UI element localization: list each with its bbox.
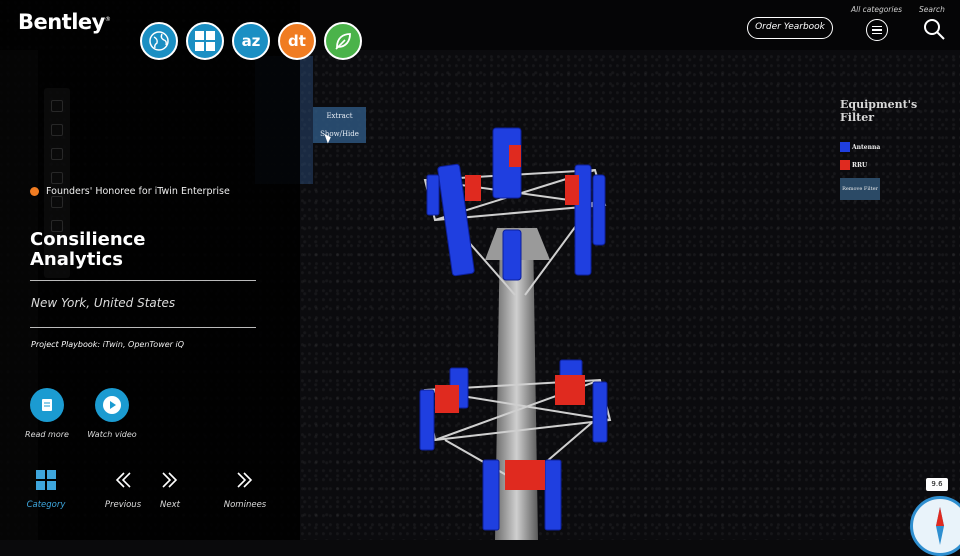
next-label: Next xyxy=(160,500,180,510)
legend-label: RRU xyxy=(852,161,868,169)
chevrons-right-icon xyxy=(162,472,178,488)
category-label: Category xyxy=(26,500,66,510)
next-button[interactable]: Next xyxy=(140,470,200,510)
bentley-logo[interactable]: Bentley® xyxy=(18,10,111,34)
category-icons: az dt xyxy=(140,22,362,60)
legend-swatch xyxy=(840,142,850,152)
nominees-button[interactable]: Nominees xyxy=(215,470,275,510)
award-label: Founders' Honoree for iTwin Enterprise xyxy=(30,186,230,197)
category-button[interactable]: Category xyxy=(16,470,76,510)
nominees-label: Nominees xyxy=(223,500,267,510)
chevrons-left-icon xyxy=(115,472,131,488)
legend-item-rru[interactable]: RRU xyxy=(840,156,950,174)
project-location: New York, United States xyxy=(31,296,176,310)
menu-item-showhide[interactable]: Show/Hide xyxy=(313,125,366,143)
book-icon xyxy=(30,388,64,422)
equipment-filter: Equipment's Filter Antenna RRU Remove Fi… xyxy=(840,98,950,200)
search-label[interactable]: Search xyxy=(919,5,945,14)
all-categories-label[interactable]: All categories xyxy=(851,5,902,14)
compass-icon[interactable] xyxy=(910,496,960,556)
company-line-1: Consilience xyxy=(30,229,146,250)
project-playbook: Project Playbook: iTwin, OpenTower iQ xyxy=(31,340,184,349)
playbook-value: iTwin, OpenTower iQ xyxy=(102,340,185,349)
az-icon-text: az xyxy=(241,32,261,50)
scale-readout: 9.6 xyxy=(926,478,948,491)
legend-item-antenna[interactable]: Antenna xyxy=(840,138,950,156)
brand-name: Bentley xyxy=(18,10,105,34)
az-icon[interactable]: az xyxy=(232,22,270,60)
registered-mark: ® xyxy=(104,16,111,23)
ghost-sidebar xyxy=(0,50,38,540)
cell-tower-model[interactable] xyxy=(405,120,635,540)
grid-icon[interactable] xyxy=(186,22,224,60)
divider xyxy=(30,280,256,281)
remove-filter-button[interactable]: Remove Filter xyxy=(840,178,880,200)
award-dot xyxy=(30,187,39,196)
order-yearbook-button[interactable]: Order Yearbook xyxy=(747,17,833,39)
playbook-label: Project Playbook: xyxy=(31,340,101,349)
leaf-icon[interactable] xyxy=(324,22,362,60)
viewer-context-menu[interactable]: Extract Show/Hide xyxy=(313,107,366,143)
grid-icon xyxy=(36,470,56,490)
legend-swatch xyxy=(840,160,850,170)
legend-label: Antenna xyxy=(852,143,881,151)
company-line-2: Analytics xyxy=(30,249,123,270)
read-more-button[interactable]: Read more xyxy=(17,388,77,439)
chevrons-right-icon xyxy=(237,472,253,488)
divider xyxy=(30,327,256,328)
search-icon[interactable] xyxy=(922,17,946,41)
menu-icon[interactable] xyxy=(866,19,888,41)
menu-item-extract[interactable]: Extract xyxy=(313,107,366,125)
info-panel: Bentley® Founders' Honoree for iTwin Ent… xyxy=(0,0,300,540)
filter-title: Equipment's Filter xyxy=(840,98,918,124)
watch-video-label: Watch video xyxy=(87,430,137,439)
globe-icon[interactable] xyxy=(140,22,178,60)
read-more-label: Read more xyxy=(25,430,69,439)
company-name: Consilience Analytics xyxy=(30,230,250,270)
award-text: Founders' Honoree for iTwin Enterprise xyxy=(46,186,230,197)
dt-icon[interactable]: dt xyxy=(278,22,316,60)
play-icon xyxy=(95,388,129,422)
dt-icon-text: dt xyxy=(288,32,306,50)
watch-video-button[interactable]: Watch video xyxy=(82,388,142,439)
